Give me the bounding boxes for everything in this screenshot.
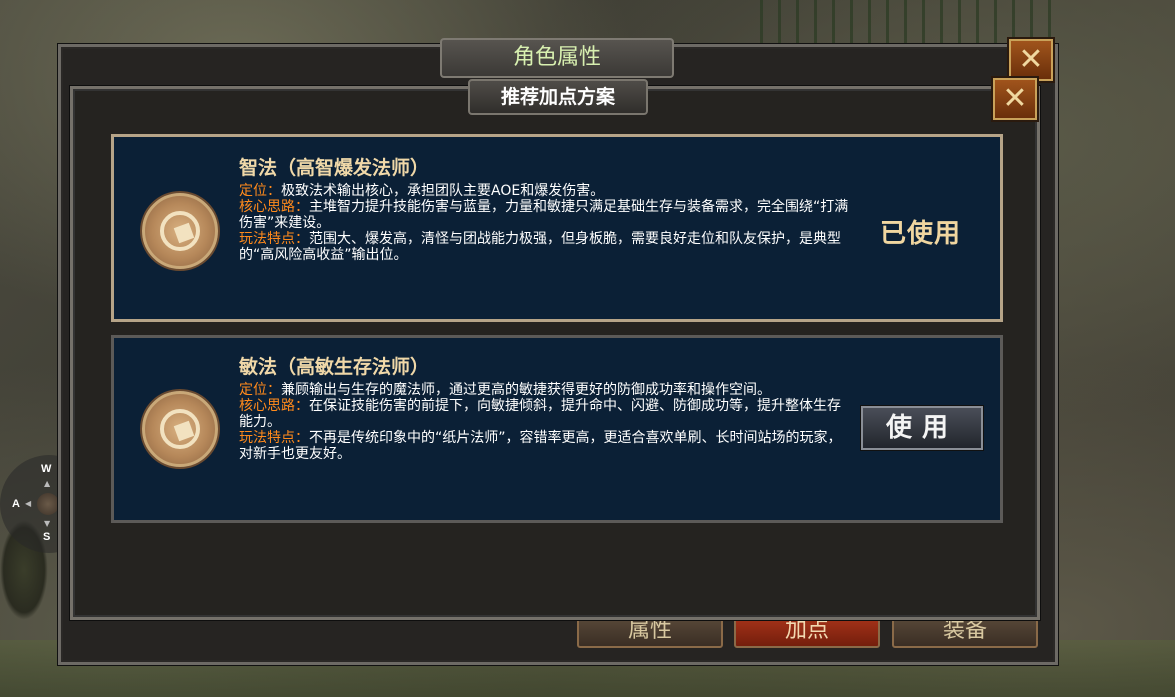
plan-line-features: 玩法特点：不再是传统印象中的“纸片法师”，容错率更高，更适合喜欢单刷、长时间站场… xyxy=(239,430,849,462)
plan-line-features: 玩法特点：范围大、爆发高，清怪与团战能力极强，但身板脆，需要良好走位和队友保护，… xyxy=(239,231,849,263)
plan-line-strategy: 核心思路：在保证技能伤害的前提下，向敏捷倾斜，提升命中、闪避、防御成功等，提升整… xyxy=(239,398,849,430)
mage-emblem-icon xyxy=(142,193,218,269)
joystick-left-label: A xyxy=(12,498,20,510)
joystick-knob[interactable] xyxy=(37,493,59,515)
line-label: 玩法特点： xyxy=(239,231,309,247)
line-text: 主堆智力提升技能伤害与蓝量，力量和敏捷只满足基础生存与装备需求，完全围绕“打满伤… xyxy=(239,199,849,231)
panel-title: 角色属性 xyxy=(440,38,674,78)
arrow-up-icon: ▲ xyxy=(44,479,51,488)
line-label: 核心思路： xyxy=(239,199,309,215)
use-plan-button[interactable]: 使用 xyxy=(861,406,983,450)
close-dialog-button[interactable]: ✕ xyxy=(993,78,1037,120)
plan-description: 定位：兼顾输出与生存的魔法师，通过更高的敏捷获得更好的防御成功率和操作空间。 核… xyxy=(239,382,849,462)
plan-card-agi-mage: 敏法（高敏生存法师） 定位：兼顾输出与生存的魔法师，通过更高的敏捷获得更好的防御… xyxy=(111,335,1003,523)
close-panel-button[interactable]: ✕ xyxy=(1009,39,1053,81)
joystick-up-label: W xyxy=(41,463,52,475)
plan-in-use-status: 已使用 xyxy=(880,219,962,249)
plan-line-role: 定位：极致法术输出核心，承担团队主要AOE和爆发伤害。 xyxy=(239,183,849,199)
line-text: 兼顾输出与生存的魔法师，通过更高的敏捷获得更好的防御成功率和操作空间。 xyxy=(281,382,771,398)
plan-line-strategy: 核心思路：主堆智力提升技能伤害与蓝量，力量和敏捷只满足基础生存与装备需求，完全围… xyxy=(239,199,849,231)
line-label: 定位： xyxy=(239,382,281,398)
arrow-left-icon: ◀ xyxy=(25,499,32,508)
plan-description: 定位：极致法术输出核心，承担团队主要AOE和爆发伤害。 核心思路：主堆智力提升技… xyxy=(239,183,849,263)
plan-card-int-mage: 智法（高智爆发法师） 定位：极致法术输出核心，承担团队主要AOE和爆发伤害。 核… xyxy=(111,134,1003,322)
line-text: 极致法术输出核心，承担团队主要AOE和爆发伤害。 xyxy=(281,183,605,199)
plan-title: 智法（高智爆发法师） xyxy=(239,157,430,179)
line-text: 范围大、爆发高，清怪与团战能力极强，但身板脆，需要良好走位和队友保护，是典型的“… xyxy=(239,231,841,263)
plan-title: 敏法（高敏生存法师） xyxy=(239,356,430,378)
joystick-down-label: S xyxy=(43,531,51,543)
dialog-title: 推荐加点方案 xyxy=(468,79,648,115)
arrow-down-icon: ▼ xyxy=(44,519,51,528)
mage-emblem-icon xyxy=(142,391,218,467)
line-text: 在保证技能伤害的前提下，向敏捷倾斜，提升命中、闪避、防御成功等，提升整体生存能力… xyxy=(239,398,841,430)
line-label: 核心思路： xyxy=(239,398,309,414)
plan-line-role: 定位：兼顾输出与生存的魔法师，通过更高的敏捷获得更好的防御成功率和操作空间。 xyxy=(239,382,849,398)
line-text: 不再是传统印象中的“纸片法师”，容错率更高，更适合喜欢单刷、长时间站场的玩家，对… xyxy=(239,430,842,462)
line-label: 定位： xyxy=(239,183,281,199)
line-label: 玩法特点： xyxy=(239,430,309,446)
